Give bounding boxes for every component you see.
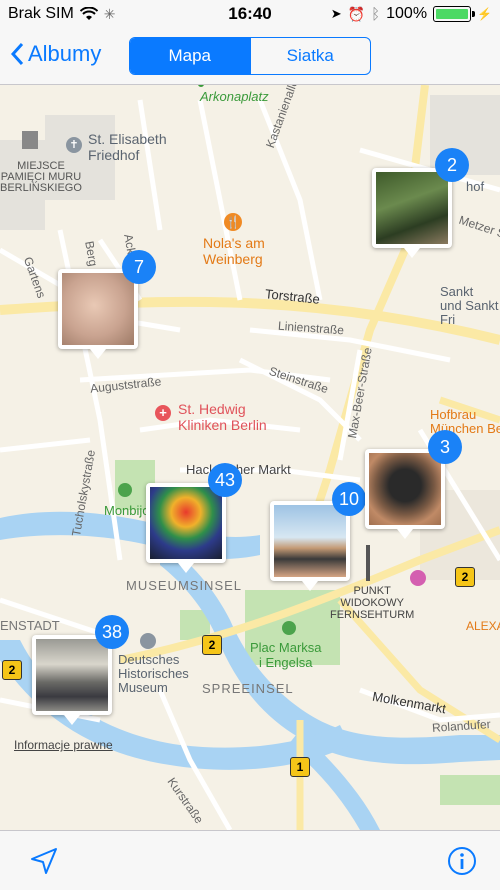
photo-count-badge: 10: [332, 482, 366, 516]
battery-icon: [433, 6, 476, 22]
tv-tower-icon: [366, 545, 370, 581]
photo-cluster[interactable]: [365, 449, 445, 539]
memorial-icon: [22, 131, 38, 149]
view-segmented-control: Mapa Siatka: [129, 37, 371, 75]
bottom-toolbar: [0, 830, 500, 890]
road-number-badge: 1: [290, 757, 310, 777]
label-fernsehturm: PUNKT WIDOKOWY FERNSEHTURM: [330, 585, 415, 621]
label-friedhof: St. Elisabeth Friedhof: [88, 131, 167, 163]
park-icon-marksa: [282, 621, 296, 635]
label-nolas: Nola's am Weinberg: [203, 235, 265, 267]
info-button[interactable]: [446, 845, 478, 877]
label-sankt: Sankt und Sankt Fri: [440, 284, 499, 327]
photo-count-badge: 2: [435, 148, 469, 182]
photo-cluster[interactable]: [32, 635, 112, 725]
bluetooth-icon: ᛒ: [371, 5, 381, 23]
label-spreeinsel: SPREEINSEL: [202, 681, 294, 696]
label-dhm: Deutsches Historisches Museum: [118, 652, 189, 695]
location-arrow-icon: [31, 848, 57, 874]
photo-count-badge: 7: [122, 250, 156, 284]
charging-icon: ⚡: [477, 7, 492, 21]
segment-map[interactable]: Mapa: [130, 38, 250, 74]
park-icon: [118, 483, 132, 497]
map-view[interactable]: Arkonaplatz ✝ St. Elisabeth Friedhof MIE…: [0, 85, 500, 830]
road-number-badge: 2: [202, 635, 222, 655]
photo-cluster[interactable]: [372, 168, 452, 258]
status-bar: Brak SIM ✳ 16:40 ➤ ⏰ ᛒ 100% ⚡: [0, 0, 500, 28]
road-number-badge: 2: [455, 567, 475, 587]
road-number-badge: 2: [2, 660, 22, 680]
status-right: ➤ ⏰ ᛒ 100% ⚡: [331, 5, 492, 23]
label-miejsce: MIEJSCE PAMIĘCI MURU BERLIŃSKIEGO: [0, 160, 82, 194]
cluster-photo: [376, 172, 448, 244]
battery-percent: 100%: [386, 5, 428, 22]
photo-count-badge: 38: [95, 615, 129, 649]
label-stadt: ENSTADT: [0, 618, 60, 633]
shopping-icon: [410, 570, 426, 586]
label-museumsinsel: MUSEUMSINSEL: [126, 578, 243, 593]
label-arkonaplatz: Arkonaplatz: [200, 89, 269, 104]
photo-cluster[interactable]: [270, 501, 350, 591]
cluster-photo: [369, 453, 441, 525]
back-label: Albumy: [28, 41, 102, 66]
legal-link[interactable]: Informacje prawne: [14, 738, 113, 752]
cluster-photo: [274, 505, 346, 577]
cluster-photo: [36, 639, 108, 711]
label-hof: hof: [466, 179, 485, 194]
restaurant-icon: 🍴: [224, 213, 242, 231]
back-button[interactable]: Albumy: [10, 41, 101, 67]
photo-cluster[interactable]: [58, 269, 138, 359]
navigation-bar: Albumy Mapa Siatka: [0, 28, 500, 85]
info-icon: [448, 847, 476, 875]
photo-count-badge: 3: [428, 430, 462, 464]
photo-count-badge: 43: [208, 463, 242, 497]
label-alexa: ALEXA: [466, 619, 500, 633]
chevron-left-icon: [10, 42, 24, 66]
location-services-icon: ➤: [330, 6, 342, 21]
current-location-button[interactable]: [28, 845, 60, 877]
cluster-photo: [150, 487, 222, 559]
museum-icon: [140, 633, 156, 649]
hospital-icon: +: [155, 405, 171, 421]
label-marksa: Plac Marksa i Engelsa: [250, 640, 322, 670]
cemetery-icon: ✝: [66, 137, 82, 153]
cluster-photo: [62, 273, 134, 345]
label-hedwig: St. Hedwig Kliniken Berlin: [178, 401, 267, 433]
segment-grid[interactable]: Siatka: [249, 38, 371, 74]
photo-cluster[interactable]: [146, 483, 226, 573]
alarm-icon: ⏰: [347, 5, 366, 22]
